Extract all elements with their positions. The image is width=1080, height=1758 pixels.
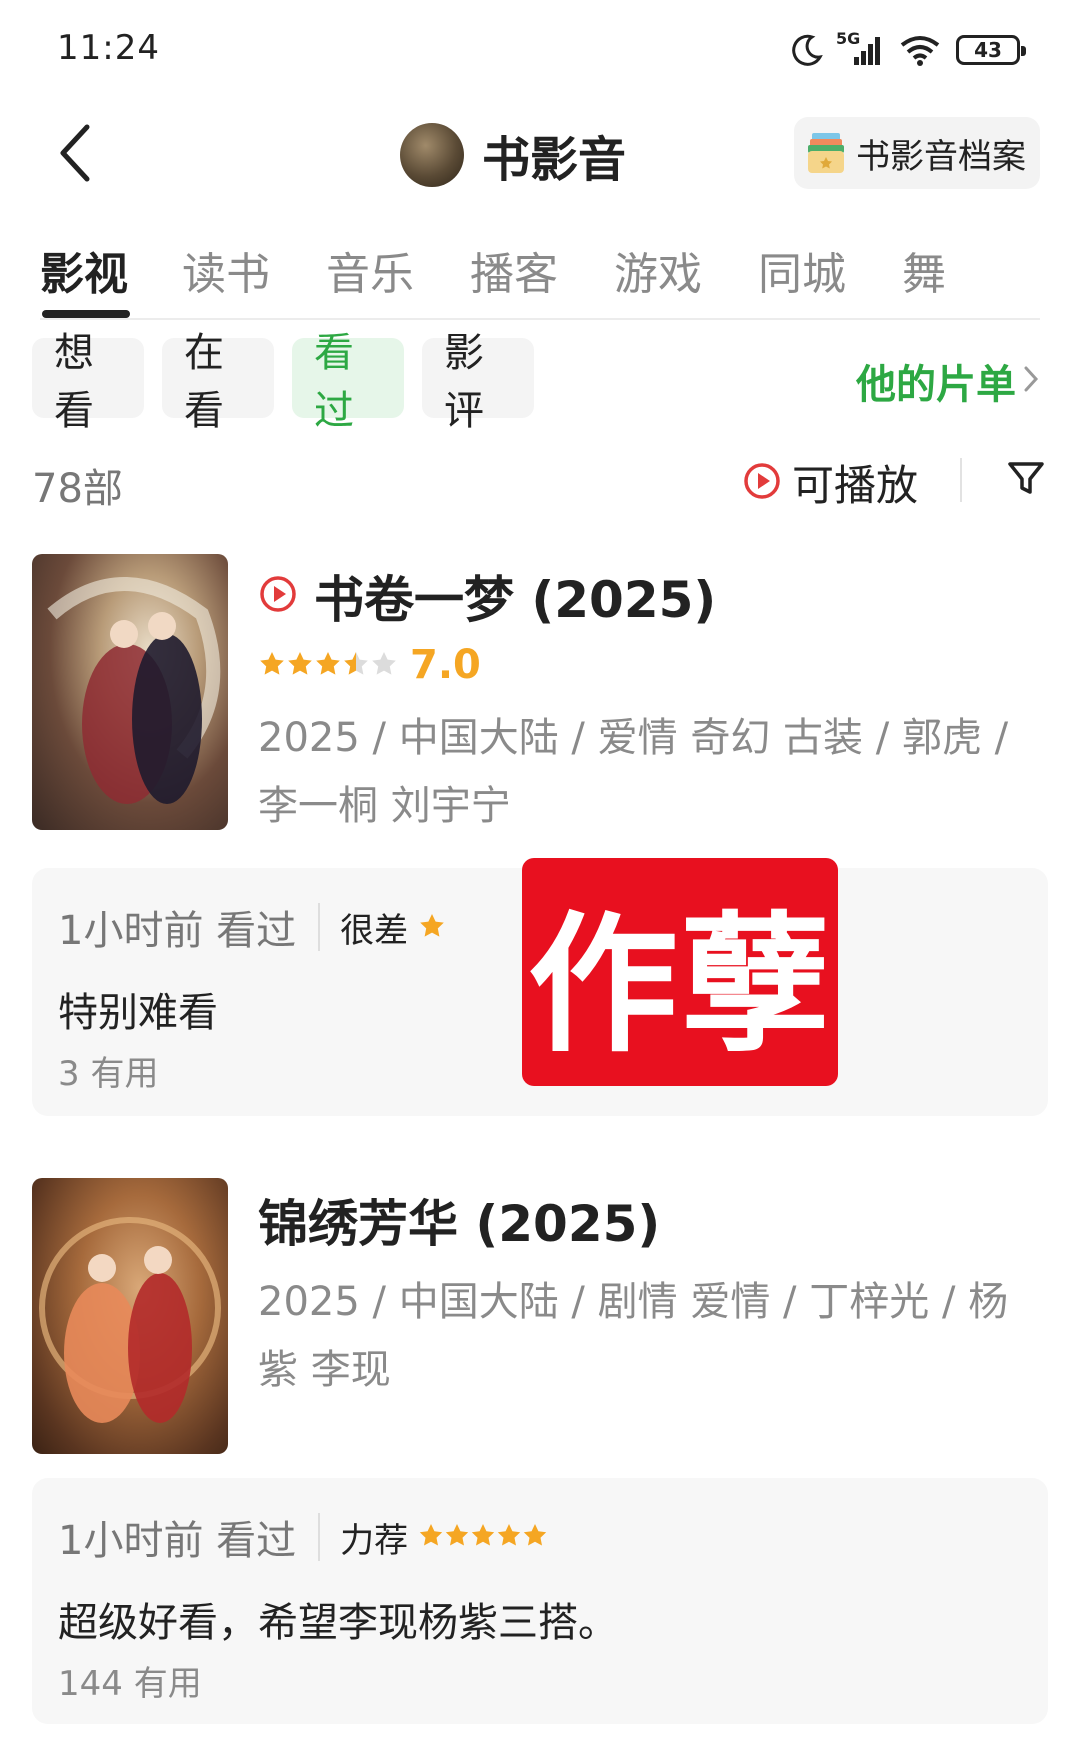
funnel-icon <box>1006 458 1046 502</box>
review-time: 1小时前 看过 <box>58 908 297 954</box>
category-tabs: 影视 读书 音乐 播客 游戏 同城 舞 <box>0 228 1040 318</box>
divider <box>318 1513 321 1561</box>
stamp-overlay: 作孽 <box>522 858 838 1086</box>
movie-title: 锦绣芳华 (2025) <box>258 1195 661 1253</box>
review-grade: 很差 <box>340 910 409 951</box>
chip-watched[interactable]: 看过 <box>292 330 404 434</box>
tab-books[interactable]: 读书 <box>182 238 270 302</box>
filter-button[interactable] <box>998 452 1054 508</box>
tab-indicator <box>42 310 130 318</box>
archive-box-icon <box>806 131 846 175</box>
review-header: 1小时前 看过 力荐 <box>58 1508 548 1566</box>
review-time: 1小时前 看过 <box>58 1518 297 1564</box>
movie-meta: 2025 / 中国大陆 / 剧情 爱情 / 丁梓光 / 杨紫 李现 <box>258 1279 1009 1393</box>
review-header: 1小时前 看过 很差 <box>58 898 446 956</box>
useful-count[interactable]: 144 有用 <box>58 1656 202 1705</box>
movie-item[interactable]: 书卷一梦 (2025) 7.0 2025 / 中国大陆 / 爱情 奇幻 古装 /… <box>32 554 1048 834</box>
star-rating-icon <box>418 912 446 942</box>
rating-row: 7.0 <box>258 642 481 688</box>
status-time: 11:24 <box>57 28 160 68</box>
divider <box>318 903 321 951</box>
chevron-right-icon <box>1022 358 1040 404</box>
back-button[interactable] <box>40 117 110 193</box>
cellular-signal-icon: 5G <box>836 29 884 67</box>
five-star-rating-icon <box>418 1522 548 1552</box>
tab-games[interactable]: 游戏 <box>614 238 702 302</box>
review-text: 超级好看，希望李现杨紫三搭。 <box>58 1600 618 1646</box>
archive-button[interactable]: 书影音档案 <box>794 117 1040 189</box>
movie-title-row: 锦绣芳华 (2025) <box>258 1184 660 1256</box>
chevron-left-icon <box>55 123 95 187</box>
divider <box>960 458 962 502</box>
tab-local[interactable]: 同城 <box>758 238 846 302</box>
review-text: 特别难看 <box>58 990 218 1036</box>
moon-icon <box>790 33 824 67</box>
tab-stage[interactable]: 舞 <box>902 238 946 302</box>
movie-title-row: 书卷一梦 (2025) <box>258 560 716 632</box>
header-center: 书影音 <box>400 119 626 191</box>
useful-count[interactable]: 3 有用 <box>58 1046 158 1095</box>
play-circle-icon <box>742 461 782 505</box>
tab-music[interactable]: 音乐 <box>326 238 414 302</box>
movie-item[interactable]: 锦绣芳华 (2025) 2025 / 中国大陆 / 剧情 爱情 / 丁梓光 / … <box>32 1178 1048 1458</box>
status-bar: 11:24 5G 43 <box>0 0 1080 100</box>
my-list-link[interactable]: 他的片单 <box>856 352 1040 410</box>
movie-poster[interactable] <box>32 1178 228 1454</box>
my-list-label: 他的片单 <box>856 362 1016 408</box>
page-title: 书影音 <box>482 132 627 188</box>
chip-want-to-watch[interactable]: 想看 <box>32 330 144 434</box>
review-grade: 力荐 <box>340 1520 409 1561</box>
play-circle-icon <box>258 574 298 618</box>
review-card[interactable]: 1小时前 看过 力荐 超级好看，希望李现杨紫三搭。 144 有用 <box>32 1478 1048 1724</box>
playable-filter-button[interactable]: 可播放 <box>742 452 918 513</box>
movie-poster[interactable] <box>32 554 228 830</box>
tab-podcasts[interactable]: 播客 <box>470 238 558 302</box>
tab-movies[interactable]: 影视 <box>40 238 128 302</box>
playable-label: 可播放 <box>792 461 919 510</box>
battery-level: 43 <box>974 38 1002 62</box>
network-type: 5G <box>836 29 861 48</box>
chip-reviews[interactable]: 影评 <box>422 330 534 434</box>
rating-stars-icon <box>258 650 398 680</box>
movie-meta: 2025 / 中国大陆 / 爱情 奇幻 古装 / 郭虎 / 李一桐 刘宇宁 <box>258 715 1009 829</box>
header: 书影音 书影音档案 <box>0 105 1080 205</box>
archive-label: 书影音档案 <box>856 136 1026 177</box>
movie-title: 书卷一梦 (2025) <box>314 571 717 629</box>
item-count: 78部 <box>32 466 123 512</box>
rating-value: 7.0 <box>410 642 481 688</box>
avatar[interactable] <box>400 123 464 187</box>
battery-icon: 43 <box>956 35 1026 65</box>
wifi-icon <box>898 33 942 67</box>
status-icons: 5G 43 <box>790 29 1026 70</box>
chip-watching[interactable]: 在看 <box>162 330 274 434</box>
